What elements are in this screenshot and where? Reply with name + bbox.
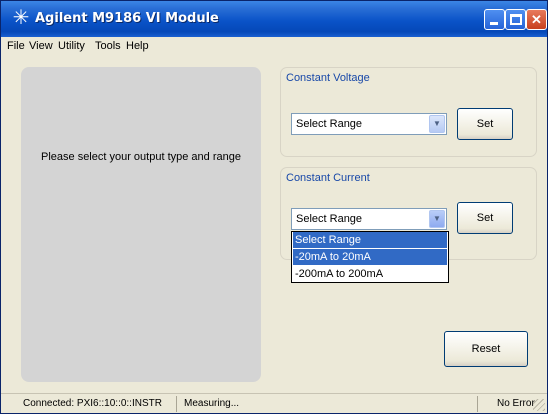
voltage-range-select[interactable]: Select Range ▼	[291, 113, 447, 135]
minimize-button[interactable]	[484, 9, 505, 30]
instruction-message: Please select your output type and range	[41, 151, 241, 163]
minimize-icon	[490, 22, 498, 25]
constant-voltage-title: Constant Voltage	[286, 72, 370, 84]
window-title: Agilent M9186 VI Module	[35, 11, 219, 26]
menu-help[interactable]: Help	[126, 40, 149, 52]
connection-status: Connected: PXI6::10::0::INSTR	[23, 398, 162, 409]
app-window: ✳ Agilent M9186 VI Module ✕ File View Ut…	[0, 0, 548, 414]
resize-grip-icon[interactable]	[533, 399, 545, 411]
menu-utility[interactable]: Utility	[58, 40, 85, 52]
title-bar[interactable]: ✳ Agilent M9186 VI Module ✕	[1, 1, 547, 37]
output-display-panel	[21, 67, 261, 382]
chevron-down-icon[interactable]: ▼	[429, 210, 445, 228]
status-bar: Connected: PXI6::10::0::INSTR Measuring.…	[1, 393, 547, 413]
status-divider	[477, 396, 478, 412]
current-set-button[interactable]: Set	[457, 202, 513, 234]
current-range-select[interactable]: Select Range ▼	[291, 208, 447, 230]
measurement-status: Measuring...	[184, 398, 240, 409]
constant-current-title: Constant Current	[286, 172, 370, 184]
dropdown-option[interactable]: -200mA to 200mA	[293, 266, 447, 282]
maximize-button[interactable]	[505, 9, 526, 30]
menu-view[interactable]: View	[29, 40, 53, 52]
dropdown-option[interactable]: Select Range	[293, 232, 447, 248]
current-range-value: Select Range	[296, 213, 363, 225]
dropdown-option-highlighted[interactable]: -20mA to 20mA	[293, 249, 447, 265]
status-divider	[176, 396, 177, 412]
reset-button[interactable]: Reset	[444, 331, 528, 367]
voltage-set-button[interactable]: Set	[457, 108, 513, 140]
chevron-down-icon[interactable]: ▼	[429, 115, 445, 133]
close-icon: ✕	[531, 12, 542, 27]
error-status: No Error	[497, 398, 535, 409]
menu-tools[interactable]: Tools	[95, 40, 121, 52]
menu-file[interactable]: File	[7, 40, 25, 52]
current-range-dropdown-list: Select Range -20mA to 20mA -200mA to 200…	[291, 231, 449, 283]
maximize-icon	[510, 14, 522, 25]
close-button[interactable]: ✕	[526, 9, 547, 30]
voltage-range-value: Select Range	[296, 118, 363, 130]
agilent-spark-icon: ✳	[12, 7, 30, 29]
menu-bar: File View Utility Tools Help	[1, 37, 547, 56]
constant-voltage-group: Constant Voltage Select Range ▼ Set	[280, 67, 537, 157]
